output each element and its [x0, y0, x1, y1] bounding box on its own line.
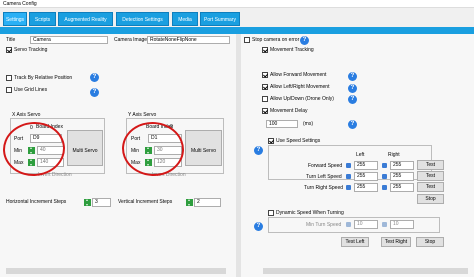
vert-increment-input[interactable]: 2	[194, 198, 221, 207]
tab-media[interactable]: Media	[172, 12, 198, 26]
tab-settings[interactable]: Settings	[3, 12, 27, 26]
trackbar-icon[interactable]	[382, 174, 387, 179]
trackbar-icon[interactable]	[346, 185, 351, 190]
help-icon[interactable]: ?	[90, 88, 99, 97]
movement-tracking-label: Movement Tracking	[270, 47, 314, 53]
turn-right-left-input[interactable]: 255	[354, 183, 378, 192]
movement-tracking-checkbox[interactable]	[262, 47, 268, 53]
window-title: Camera Config	[3, 1, 37, 7]
allow-up-down-label: Allow Up/Down (Drone Only)	[270, 96, 334, 102]
min-turn-left-input[interactable]: 10	[354, 220, 378, 229]
tab-augmented-reality[interactable]: Augmented Reality	[58, 12, 113, 26]
test-right-button[interactable]: Test Right	[381, 237, 411, 247]
help-icon[interactable]: ?	[254, 146, 263, 155]
y-multi-servo-button[interactable]: Multi Servo	[185, 130, 222, 166]
trackbar-icon[interactable]	[346, 222, 351, 227]
use-grid-lines-label: Use Grid Lines	[14, 87, 48, 93]
help-icon[interactable]: ?	[348, 84, 357, 93]
turn-left-test-button[interactable]: Test	[417, 171, 444, 181]
track-relative-checkbox[interactable]	[6, 75, 12, 81]
use-grid-lines-checkbox[interactable]	[6, 87, 12, 93]
tab-port-summary[interactable]: Port Summary	[200, 12, 240, 26]
allow-forward-label: Allow Forward Movement	[270, 72, 327, 78]
use-speed-checkbox[interactable]	[268, 138, 274, 144]
track-relative-label: Track By Relative Position	[14, 75, 73, 81]
servo-tracking-label: Servo Tracking	[14, 47, 48, 53]
dynamic-speed-label: Dynamic Speed When Turning	[276, 210, 344, 216]
help-icon[interactable]: ?	[348, 120, 357, 129]
left-horizontal-scrollbar[interactable]	[6, 268, 226, 274]
tab-scripts[interactable]: Scripts	[29, 12, 56, 26]
trackbar-icon[interactable]	[382, 222, 387, 227]
allow-left-right-checkbox[interactable]	[262, 84, 268, 90]
forward-left-input[interactable]: 255	[354, 161, 378, 170]
title-input[interactable]: Camera	[30, 36, 108, 44]
help-icon[interactable]: ?	[90, 73, 99, 82]
trackbar-icon[interactable]	[346, 174, 351, 179]
tab-underline	[0, 27, 474, 34]
stop-camera-checkbox[interactable]	[244, 37, 250, 43]
forward-speed-label: Forward Speed	[308, 163, 343, 169]
camera-image-label: Camera Image	[114, 37, 148, 43]
servo-tracking-checkbox[interactable]	[6, 47, 12, 53]
allow-forward-checkbox[interactable]	[262, 72, 268, 78]
dynamic-speed-checkbox[interactable]	[268, 210, 274, 216]
allow-left-right-label: Allow Left/Right Movement	[270, 84, 330, 90]
allow-up-down-checkbox[interactable]	[262, 96, 268, 102]
right-horizontal-scrollbar[interactable]	[263, 268, 468, 274]
help-icon[interactable]: ?	[300, 36, 309, 45]
turn-left-left-input[interactable]: 255	[354, 172, 378, 181]
movement-delay-checkbox[interactable]	[262, 108, 268, 114]
trackbar-icon[interactable]	[382, 185, 387, 190]
x-multi-servo-button[interactable]: Multi Servo	[67, 130, 103, 166]
tab-detection-settings[interactable]: Detection Settings	[116, 12, 169, 26]
horiz-increment-input[interactable]: 3	[92, 198, 111, 207]
help-icon[interactable]: ?	[348, 72, 357, 81]
vert-increment-label: Vertical Increment Steps	[118, 199, 173, 205]
title-label: Title	[6, 37, 16, 43]
use-speed-label: Use Speed Settings	[276, 138, 321, 144]
forward-right-input[interactable]: 255	[390, 161, 414, 170]
forward-test-button[interactable]: Test	[417, 160, 444, 170]
camera-image-select[interactable]: RotateNoneFlipNone	[147, 36, 230, 44]
horiz-increment-label: Horizontal Increment Steps	[6, 199, 67, 205]
min-turn-speed-label: Min Turn Speed	[306, 222, 342, 228]
help-icon[interactable]: ?	[348, 95, 357, 104]
turn-left-speed-label: Turn Left Speed	[306, 174, 342, 180]
turn-right-right-input[interactable]: 255	[390, 183, 414, 192]
window-title-bar: Camera Config	[0, 0, 474, 8]
turn-left-right-input[interactable]: 255	[390, 172, 414, 181]
min-turn-right-input[interactable]: 10	[390, 220, 414, 229]
stop-button[interactable]: Stop	[417, 194, 444, 204]
stop-camera-label: Stop camera on error	[252, 37, 300, 43]
tab-bar: Settings Scripts Augmented Reality Detec…	[0, 9, 474, 27]
test-left-button[interactable]: Test Left	[341, 237, 369, 247]
right-column-header: Right	[388, 152, 400, 158]
movement-delay-label: Movement Delay	[270, 108, 308, 114]
movement-delay-input[interactable]: 100	[266, 120, 298, 128]
movement-delay-unit: (ms)	[303, 121, 313, 127]
left-column-header: Left	[356, 152, 365, 158]
trackbar-icon[interactable]	[382, 163, 387, 168]
horiz-increment-spinner-icon[interactable]	[84, 199, 91, 206]
trackbar-icon[interactable]	[346, 163, 351, 168]
turn-right-test-button[interactable]: Test	[417, 182, 444, 192]
vert-increment-spinner-icon[interactable]	[186, 199, 193, 206]
help-icon[interactable]: ?	[254, 222, 263, 231]
stop-turn-button[interactable]: Stop	[416, 237, 444, 247]
turn-right-speed-label: Turn Right Speed	[304, 185, 344, 191]
